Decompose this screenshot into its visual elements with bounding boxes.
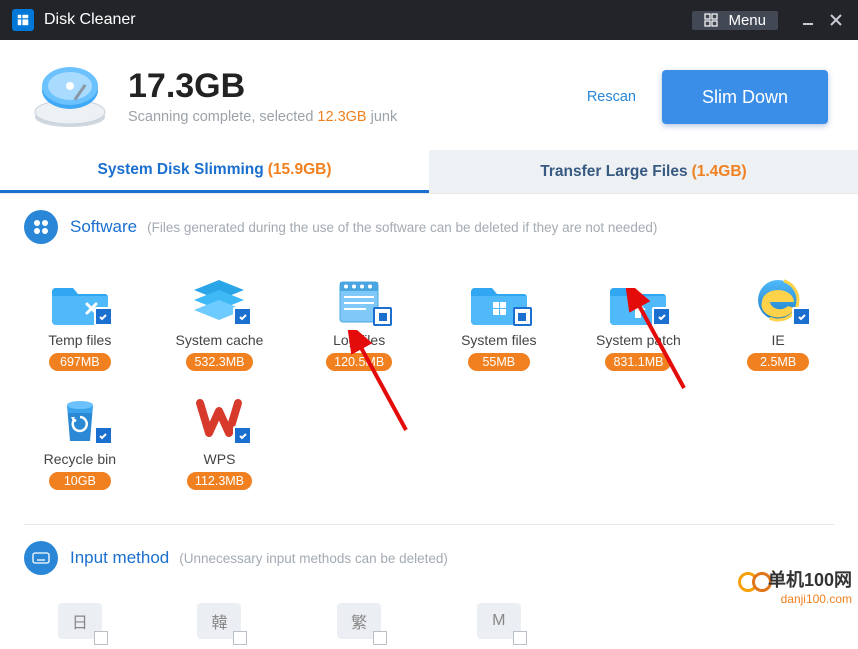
- watermark: 单机100网 danji100.com: [692, 566, 852, 606]
- checkbox-partial-icon: [373, 307, 392, 326]
- input-item-ms[interactable]: M: [429, 597, 569, 649]
- slim-down-button[interactable]: Slim Down: [662, 70, 828, 124]
- section-software-desc: (Files generated during the use of the s…: [147, 220, 657, 235]
- input-item-trad[interactable]: 繁: [289, 597, 429, 649]
- item-system-patch[interactable]: System patch 831.1MB: [569, 266, 709, 385]
- item-system-files[interactable]: System files 55MB: [429, 266, 569, 385]
- size-badge: 10GB: [49, 472, 111, 490]
- size-badge: 120.5MB: [326, 353, 392, 371]
- item-ie[interactable]: IE 2.5MB: [708, 266, 848, 385]
- size-badge: 831.1MB: [605, 353, 671, 371]
- software-grid: Temp files 697MB System cache 532.3MB L: [0, 256, 858, 524]
- app-icon: [12, 9, 34, 31]
- section-software-title: Software: [70, 217, 137, 237]
- item-recycle-bin[interactable]: Recycle bin 10GB: [10, 385, 150, 504]
- checkbox-checked-icon: [233, 426, 252, 445]
- section-input-desc: (Unnecessary input methods can be delete…: [179, 551, 448, 566]
- size-badge: 532.3MB: [186, 353, 252, 371]
- input-item-kr[interactable]: 韓: [150, 597, 290, 649]
- item-system-cache[interactable]: System cache 532.3MB: [150, 266, 290, 385]
- checkbox-partial-icon: [513, 307, 532, 326]
- disk-icon: [30, 62, 110, 132]
- checkbox-unchecked-icon: [373, 631, 387, 645]
- checkbox-checked-icon: [94, 307, 113, 326]
- tabs: System Disk Slimming (15.9GB) Transfer L…: [0, 150, 858, 194]
- scan-summary: 17.3GB Scanning complete, selected 12.3G…: [0, 40, 858, 150]
- close-button[interactable]: [822, 6, 850, 34]
- section-input-icon: [24, 541, 58, 575]
- minimize-button[interactable]: [794, 6, 822, 34]
- section-software-icon: [24, 210, 58, 244]
- menu-label: Menu: [728, 12, 766, 29]
- checkbox-checked-icon: [233, 307, 252, 326]
- keyboard-glyph-icon: 韓: [197, 603, 241, 639]
- item-temp-files[interactable]: Temp files 697MB: [10, 266, 150, 385]
- checkbox-unchecked-icon: [94, 631, 108, 645]
- checkbox-unchecked-icon: [513, 631, 527, 645]
- rescan-link[interactable]: Rescan: [587, 89, 636, 105]
- keyboard-glyph-icon: 日: [58, 603, 102, 639]
- scan-status: Scanning complete, selected 12.3GB junk: [128, 109, 587, 125]
- menu-button[interactable]: Menu: [692, 11, 778, 30]
- app-title: Disk Cleaner: [44, 11, 136, 29]
- checkbox-checked-icon: [792, 307, 811, 326]
- checkbox-checked-icon: [94, 426, 113, 445]
- titlebar: Disk Cleaner Menu: [0, 0, 858, 40]
- total-size: 17.3GB: [128, 69, 587, 103]
- keyboard-glyph-icon: 繁: [337, 603, 381, 639]
- scan-summary-text: 17.3GB Scanning complete, selected 12.3G…: [128, 69, 587, 125]
- checkbox-checked-icon: [652, 307, 671, 326]
- input-item-jp[interactable]: 日: [10, 597, 150, 649]
- tab-slimming[interactable]: System Disk Slimming (15.9GB): [0, 150, 429, 193]
- item-wps[interactable]: WPS 112.3MB: [150, 385, 290, 504]
- item-log-files[interactable]: Log files 120.5MB: [289, 266, 429, 385]
- section-software-head: Software (Files generated during the use…: [0, 194, 858, 256]
- checkbox-unchecked-icon: [233, 631, 247, 645]
- section-input-title: Input method: [70, 548, 169, 568]
- menu-grid-icon: [704, 13, 722, 27]
- size-badge: 697MB: [49, 353, 111, 371]
- size-badge: 2.5MB: [747, 353, 809, 371]
- keyboard-glyph-icon: M: [477, 603, 521, 639]
- size-badge: 112.3MB: [187, 472, 252, 490]
- tab-transfer[interactable]: Transfer Large Files (1.4GB): [429, 150, 858, 193]
- size-badge: 55MB: [468, 353, 530, 371]
